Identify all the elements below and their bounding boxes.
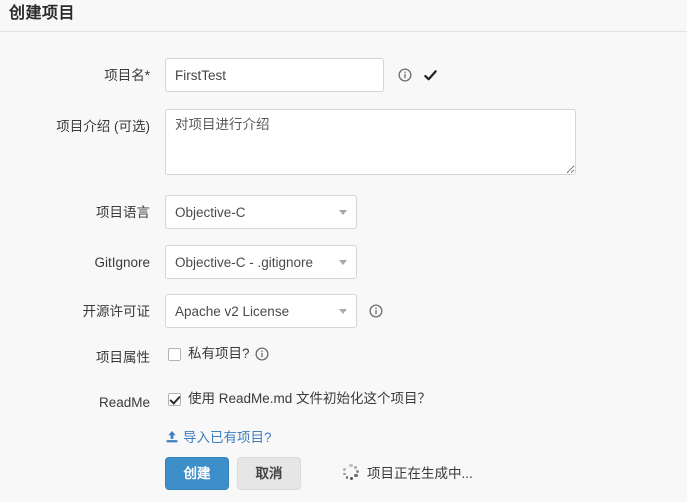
readme-label: ReadMe (98, 395, 150, 410)
info-circle-icon[interactable] (398, 68, 412, 82)
private-project-checkbox[interactable] (168, 347, 181, 361)
description-textarea[interactable] (165, 109, 576, 175)
private-project-row[interactable]: 私有项目? (168, 345, 269, 363)
project-name-label: 项目名* (104, 68, 150, 83)
info-circle-icon[interactable] (254, 347, 269, 361)
language-controls: Objective-C (165, 195, 357, 229)
import-link-text: 导入已有项目? (183, 430, 272, 445)
upload-icon (165, 430, 179, 444)
cancel-button[interactable]: 取消 (237, 457, 301, 490)
license-label: 开源许可证 (82, 304, 151, 319)
loading-spinner-icon (341, 464, 361, 484)
page-title: 创建项目 (9, 5, 76, 22)
gitignore-label: GitIgnore (94, 255, 150, 270)
readme-controls: 使用 ReadMe.md 文件初始化这个项目？ (168, 390, 431, 408)
readme-init-label: 使用 ReadMe.md 文件初始化这个项目？ (188, 391, 432, 406)
header-divider (0, 31, 687, 32)
license-select[interactable]: Apache v2 License (165, 294, 357, 328)
gitignore-select-value: Objective-C - .gitignore (175, 255, 314, 270)
language-label: 项目语言 (96, 205, 150, 220)
project-name-input[interactable] (165, 58, 384, 92)
import-existing-project-link[interactable]: 导入已有项目? (165, 430, 272, 445)
check-icon (423, 68, 438, 83)
chevron-down-icon (339, 210, 347, 215)
gitignore-select[interactable]: Objective-C - .gitignore (165, 245, 357, 279)
chevron-down-icon (339, 260, 347, 265)
import-controls: 导入已有项目? (165, 429, 272, 447)
generating-status-text: 项目正在生成中... (367, 465, 473, 481)
license-controls: Apache v2 License (165, 294, 383, 328)
gitignore-controls: Objective-C - .gitignore (165, 245, 357, 279)
visibility-label: 项目属性 (96, 350, 150, 365)
private-project-label: 私有项目? (188, 346, 250, 361)
language-select-value: Objective-C (175, 205, 246, 220)
chevron-down-icon (339, 309, 347, 314)
create-button[interactable]: 创建 (165, 457, 229, 490)
readme-init-checkbox[interactable] (168, 392, 181, 406)
action-controls: 创建 取消 项目正在生成中... (165, 457, 473, 490)
page-header: 创建项目 (0, 0, 687, 32)
project-name-controls (165, 58, 438, 92)
license-select-value: Apache v2 License (175, 304, 290, 319)
language-select[interactable]: Objective-C (165, 195, 357, 229)
visibility-controls: 私有项目? (168, 345, 269, 363)
generating-status: 项目正在生成中... (341, 464, 473, 484)
description-controls (165, 109, 576, 175)
description-label: 项目介绍 (可选) (56, 119, 150, 134)
readme-init-row[interactable]: 使用 ReadMe.md 文件初始化这个项目？ (168, 390, 431, 408)
info-circle-icon[interactable] (369, 304, 383, 318)
